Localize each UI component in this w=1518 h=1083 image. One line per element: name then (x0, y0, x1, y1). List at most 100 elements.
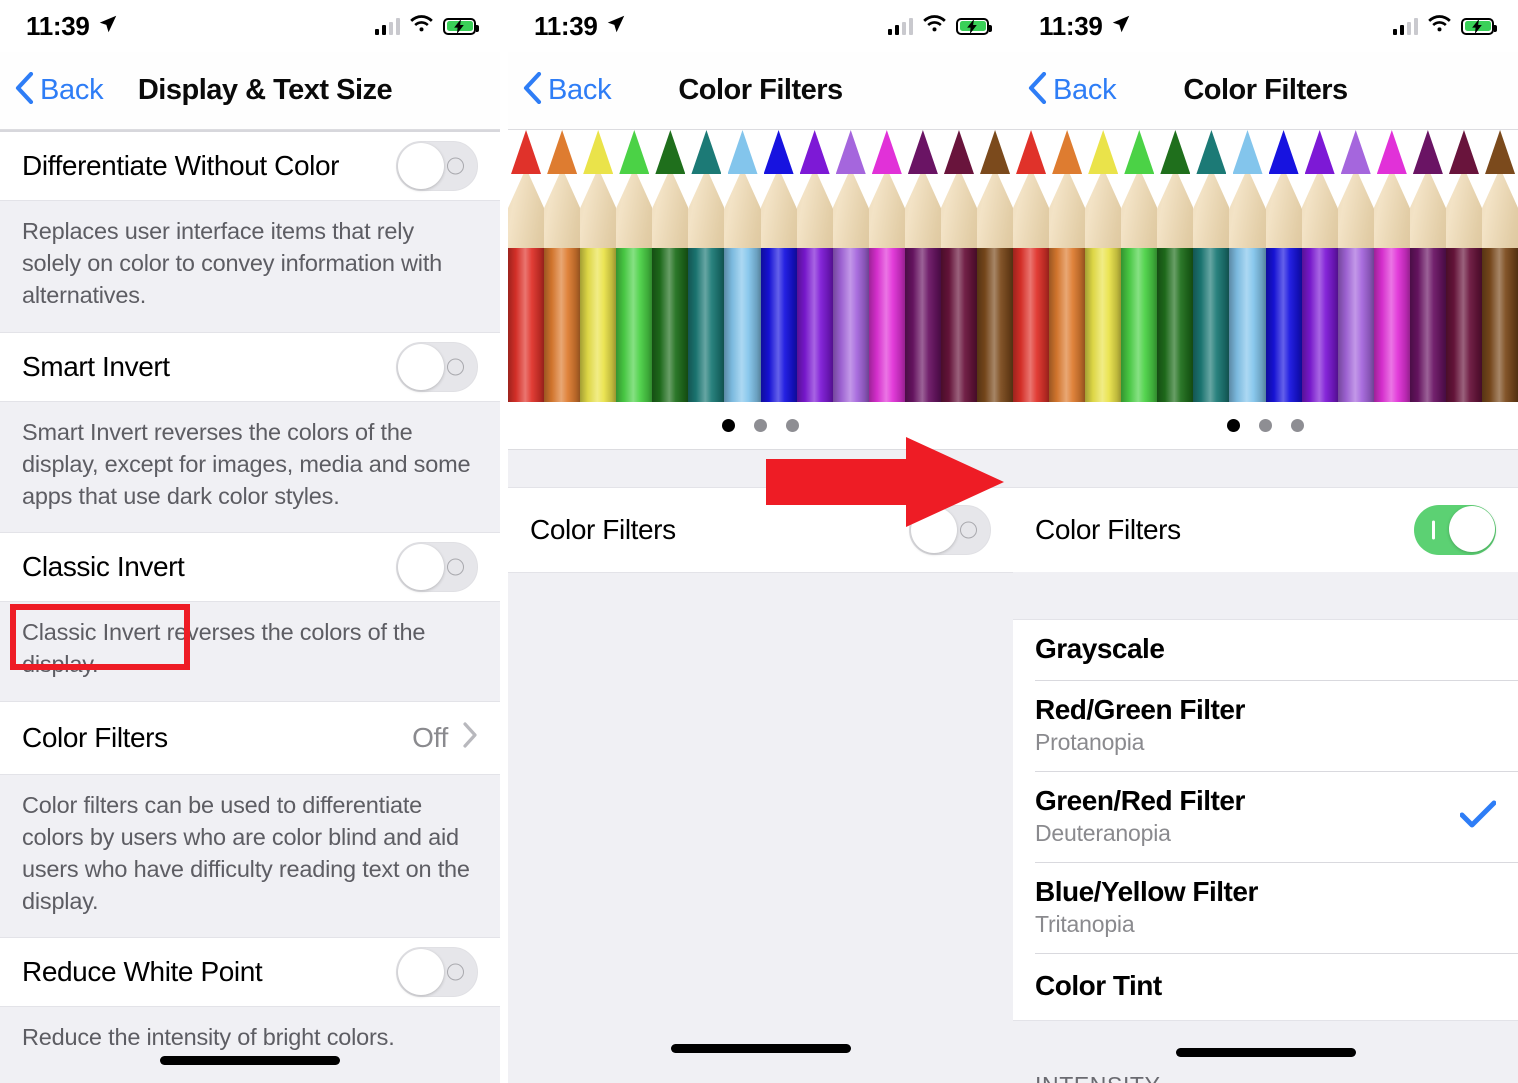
row-differentiate-without-color[interactable]: Differentiate Without Color (0, 132, 500, 200)
toggle-off-circle-icon (960, 521, 977, 539)
toggle-classic-invert[interactable] (396, 542, 478, 593)
pencil-body (1337, 248, 1374, 402)
pencil-body (868, 248, 905, 402)
page-dot-2[interactable] (754, 419, 767, 432)
pencil-body (1409, 248, 1447, 402)
row-classic-invert[interactable]: Classic Invert (0, 533, 500, 602)
pencil-wood (1265, 168, 1302, 248)
pencil-8 (1265, 130, 1302, 402)
back-button-label: Back (40, 74, 104, 106)
pencil-lead (583, 130, 614, 174)
chevron-left-icon (522, 71, 542, 109)
row-smart-invert[interactable]: Smart Invert (0, 332, 500, 401)
wifi-icon (1427, 14, 1452, 38)
filter-title: Color Tint (1035, 970, 1162, 1001)
pencil-body (724, 248, 761, 402)
pencil-lead (511, 130, 542, 174)
nav-bar: Back Color Filters (508, 52, 1013, 130)
checkmark-icon (1459, 800, 1497, 833)
pencil-wood (1373, 168, 1410, 248)
row-label: Color Filters (22, 721, 168, 753)
row-reduce-white-point[interactable]: Reduce White Point (0, 938, 500, 1007)
filter-option-color-tint[interactable]: Color Tint (1013, 954, 1518, 1020)
status-bar: 11:39 (1013, 0, 1518, 52)
page-dots[interactable] (1013, 402, 1518, 450)
pencil-2 (544, 130, 581, 402)
nav-bar: Back Display & Text Size (0, 52, 500, 130)
pencil-lead (1160, 130, 1191, 174)
page-dot-3[interactable] (786, 419, 799, 432)
toggle-color-filters[interactable] (909, 505, 991, 555)
status-bar-time: 11:39 (1039, 10, 1103, 41)
panel-color-filters-off: 11:39 Back Color Filters Color Filters (508, 0, 1013, 1083)
page-dot-1[interactable] (1227, 419, 1240, 432)
pencil-tip (760, 130, 797, 248)
pencil-wood (1445, 168, 1483, 248)
pencil-body (1265, 248, 1302, 402)
pencil-lead (1232, 130, 1263, 174)
back-button[interactable]: Back (1013, 71, 1117, 109)
page-dot-2[interactable] (1259, 419, 1272, 432)
page-dot-1[interactable] (722, 419, 735, 432)
pencil-5 (652, 130, 689, 402)
pencil-body (544, 248, 581, 402)
page-dot-3[interactable] (1291, 419, 1304, 432)
row-label: Reduce White Point (22, 956, 263, 988)
pencil-wood (1409, 168, 1446, 248)
pencil-5 (1157, 130, 1194, 402)
row-label: Color Filters (1035, 514, 1181, 545)
pencil-wood (1085, 168, 1122, 248)
three-phone-screenshot-composite: 11:39 Back Display & Text Size Different… (0, 0, 1518, 1083)
back-button[interactable]: Back (0, 71, 104, 109)
back-button-label: Back (1053, 74, 1117, 106)
pencil-body (1373, 248, 1410, 402)
pencil-lead (1448, 130, 1479, 174)
pencil-wood (688, 168, 725, 248)
pencil-tip (868, 130, 905, 248)
pencil-wood (1013, 168, 1050, 248)
filter-option-grayscale[interactable]: Grayscale (1013, 620, 1518, 680)
pencil-12 (1409, 130, 1447, 402)
pencil-lead (1124, 130, 1155, 174)
back-button-label: Back (548, 74, 612, 106)
wifi-icon (409, 14, 434, 38)
pencil-1 (1013, 130, 1050, 402)
filter-option-green-red[interactable]: Green/Red Filter Deuteranopia (1013, 772, 1518, 862)
pencil-tip (1013, 130, 1050, 248)
filter-option-blue-yellow[interactable]: Blue/Yellow Filter Tritanopia (1013, 863, 1518, 953)
pencil-body (580, 248, 617, 402)
toggle-knob (911, 507, 957, 553)
pencil-9 (1301, 130, 1338, 402)
row-color-filters-toggle[interactable]: Color Filters (1013, 488, 1518, 572)
pencil-tip (904, 130, 941, 248)
row-label: Classic Invert (22, 551, 185, 583)
pencil-wood (904, 168, 941, 248)
filter-subtitle: Tritanopia (1035, 911, 1135, 937)
back-button[interactable]: Back (508, 71, 612, 109)
row-color-filters-toggle[interactable]: Color Filters (508, 488, 1013, 572)
toggle-color-filters[interactable] (1414, 505, 1496, 555)
pencil-tip (1301, 130, 1338, 248)
toggle-knob (398, 949, 444, 996)
pencil-13 (940, 130, 978, 402)
group-spacer (1013, 450, 1518, 488)
pencil-11 (1373, 130, 1410, 402)
pencil-lead (1376, 130, 1407, 174)
note-classic-invert: Classic Invert reverses the colors of th… (0, 601, 500, 702)
page-dots[interactable] (508, 402, 1013, 450)
pencil-tip (1265, 130, 1302, 248)
pencil-12 (904, 130, 942, 402)
pencil-lead (655, 130, 686, 174)
pencil-body (616, 248, 653, 402)
toggle-smart-invert[interactable] (396, 341, 478, 392)
toggle-differentiate-without-color[interactable] (396, 141, 478, 191)
panel-display-and-text-size: 11:39 Back Display & Text Size Different… (0, 0, 500, 1083)
toggle-reduce-white-point[interactable] (396, 947, 478, 998)
filter-option-red-green[interactable]: Red/Green Filter Protanopia (1013, 681, 1518, 771)
pencil-wood (616, 168, 653, 248)
status-bar: 11:39 (0, 0, 500, 52)
row-color-filters[interactable]: Color Filters Off (0, 701, 500, 774)
filter-title: Blue/Yellow Filter (1035, 876, 1258, 907)
filter-title: Green/Red Filter (1035, 785, 1245, 816)
pencil-tip (1049, 130, 1086, 248)
